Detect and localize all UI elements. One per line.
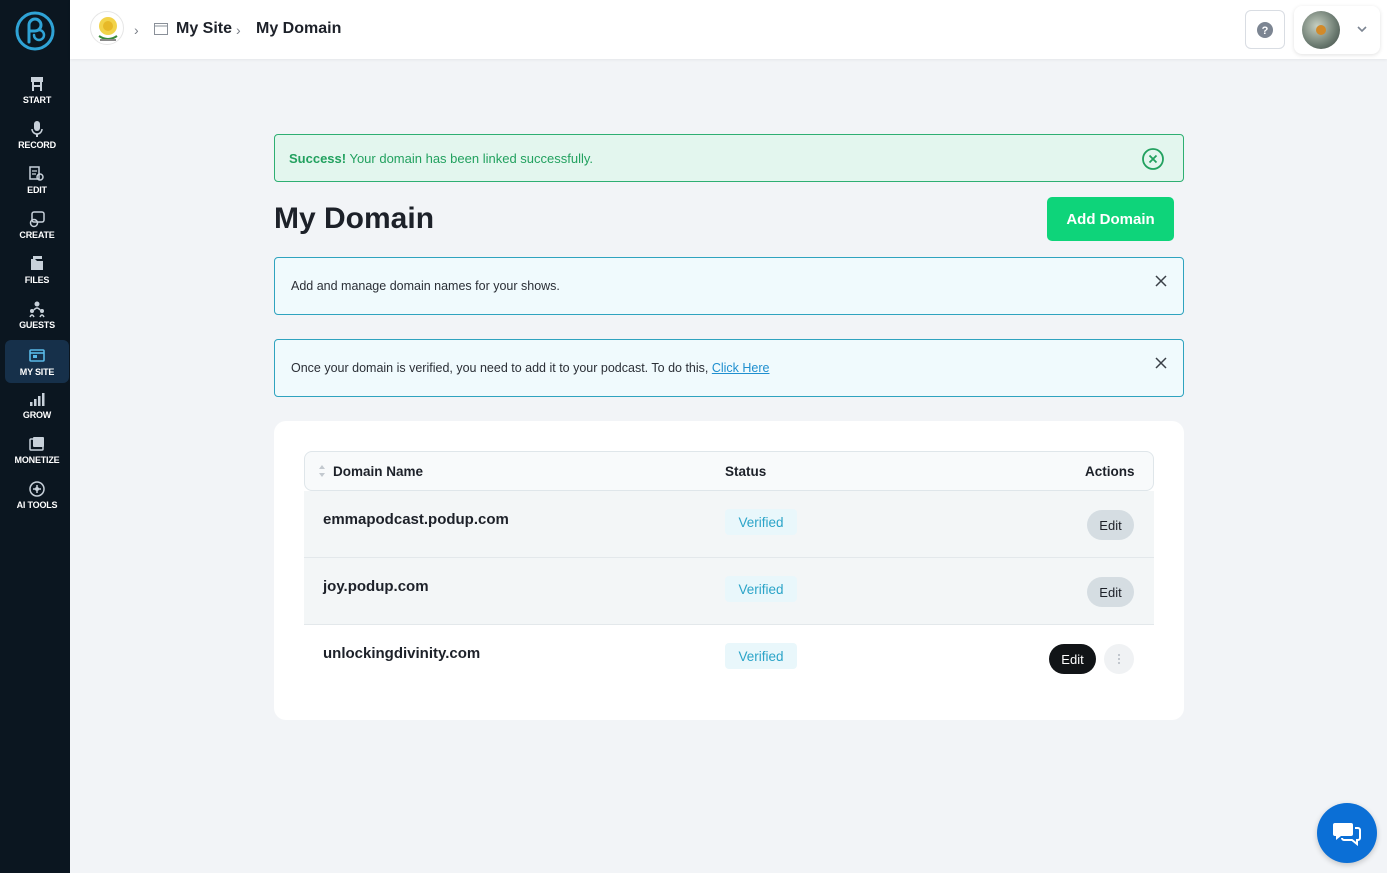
table-row: unlockingdivinity.com Verified Edit: [304, 625, 1154, 692]
info-verify-text: Once your domain is verified, you need t…: [291, 361, 770, 375]
info-manage-text: Add and manage domain names for your sho…: [291, 279, 560, 293]
sidebar: START RECORD EDIT CREATE FILES GUESTS MY…: [0, 0, 70, 873]
sidebar-item-label: EDIT: [27, 184, 47, 195]
sidebar-item-ai-tools[interactable]: AI TOOLS: [5, 473, 69, 516]
success-alert-text: Success! Your domain has been linked suc…: [289, 151, 593, 166]
edit-button[interactable]: Edit: [1049, 644, 1096, 674]
sidebar-item-record[interactable]: RECORD: [5, 113, 69, 156]
sidebar-item-label: START: [22, 94, 52, 105]
start-icon: [31, 76, 43, 91]
sidebar-item-edit[interactable]: EDIT: [5, 158, 69, 201]
microphone-icon: [31, 120, 43, 137]
create-icon: [29, 210, 45, 227]
site-icon: [154, 23, 168, 35]
status-badge: Verified: [725, 643, 797, 669]
page-title: My Domain: [274, 202, 435, 235]
app-logo-icon[interactable]: [15, 11, 55, 51]
sidebar-item-label: MY SITE: [19, 366, 55, 377]
show-logo[interactable]: [90, 11, 124, 45]
sidebar-item-monetize[interactable]: MONETIZE: [5, 428, 69, 471]
domain-name: unlockingdivinity.com: [323, 645, 481, 662]
user-menu-button[interactable]: [1294, 6, 1380, 54]
add-domain-button[interactable]: Add Domain: [1047, 197, 1174, 241]
edit-button[interactable]: Edit: [1087, 577, 1134, 607]
column-header-status: Status: [725, 464, 767, 479]
domain-name: emmapodcast.podup.com: [323, 511, 509, 528]
monetize-icon: [29, 436, 44, 451]
sidebar-item-create[interactable]: CREATE: [5, 203, 69, 246]
column-header-actions: Actions: [1085, 464, 1135, 479]
table-row: emmapodcast.podup.com Verified Edit: [304, 491, 1154, 558]
edit-icon: [29, 165, 44, 181]
success-alert: Success! Your domain has been linked suc…: [274, 134, 1184, 182]
info-verify-prefix: Once your domain is verified, you need t…: [291, 361, 712, 375]
chevron-right-icon: ›: [236, 22, 241, 38]
table-row: joy.podup.com Verified Edit: [304, 558, 1154, 625]
close-icon[interactable]: [1154, 356, 1168, 370]
chevron-down-icon: [1357, 26, 1367, 33]
top-bar: › My Site › My Domain ?: [70, 0, 1387, 59]
sidebar-item-label: MONETIZE: [14, 454, 60, 465]
sidebar-item-start[interactable]: START: [5, 68, 69, 111]
close-circle-icon[interactable]: [1141, 147, 1165, 171]
status-badge: Verified: [725, 576, 797, 602]
edit-button[interactable]: Edit: [1087, 510, 1134, 540]
click-here-link[interactable]: Click Here: [712, 361, 770, 375]
question-icon: ?: [1257, 21, 1273, 38]
sidebar-item-label: GUESTS: [19, 319, 55, 330]
sidebar-item-my-site[interactable]: MY SITE: [5, 340, 69, 383]
sidebar-item-grow[interactable]: GROW: [5, 383, 69, 426]
chat-button[interactable]: [1317, 803, 1377, 863]
ai-tools-icon: [29, 480, 45, 497]
domain-name: joy.podup.com: [323, 578, 429, 595]
more-vertical-icon: [1118, 654, 1120, 664]
sidebar-item-label: FILES: [24, 274, 50, 285]
sidebar-item-guests[interactable]: GUESTS: [5, 293, 69, 336]
status-badge: Verified: [725, 509, 797, 535]
chat-icon: [1333, 823, 1361, 846]
files-icon: [31, 255, 43, 270]
close-icon[interactable]: [1154, 274, 1168, 288]
sort-icon[interactable]: [318, 464, 326, 478]
table-header: Domain Name Status Actions: [304, 451, 1154, 491]
more-options-button[interactable]: [1104, 644, 1134, 674]
sidebar-item-label: RECORD: [18, 139, 56, 150]
column-header-domain-name[interactable]: Domain Name: [333, 464, 423, 479]
breadcrumb-current: My Domain: [256, 20, 342, 37]
svg-text:?: ?: [1262, 25, 1269, 37]
show-logo-icon: [98, 17, 118, 41]
success-alert-message: Your domain has been linked successfully…: [346, 151, 594, 166]
sidebar-item-label: GROW: [22, 409, 52, 420]
info-box-manage: Add and manage domain names for your sho…: [274, 257, 1184, 315]
help-button[interactable]: ?: [1245, 10, 1285, 49]
success-alert-strong: Success!: [289, 151, 347, 166]
guests-icon: [29, 301, 45, 317]
my-site-icon: [29, 348, 45, 362]
grow-icon: [30, 392, 45, 406]
info-box-verify: Once your domain is verified, you need t…: [274, 339, 1184, 397]
domains-card: Domain Name Status Actions emmapodcast.p…: [274, 421, 1184, 720]
sidebar-item-files[interactable]: FILES: [5, 248, 69, 291]
avatar: [1302, 11, 1340, 49]
sidebar-item-label: CREATE: [19, 229, 55, 240]
sidebar-item-label: AI TOOLS: [16, 499, 58, 510]
chevron-right-icon: ›: [134, 22, 139, 38]
breadcrumb-my-site[interactable]: My Site: [176, 20, 232, 38]
